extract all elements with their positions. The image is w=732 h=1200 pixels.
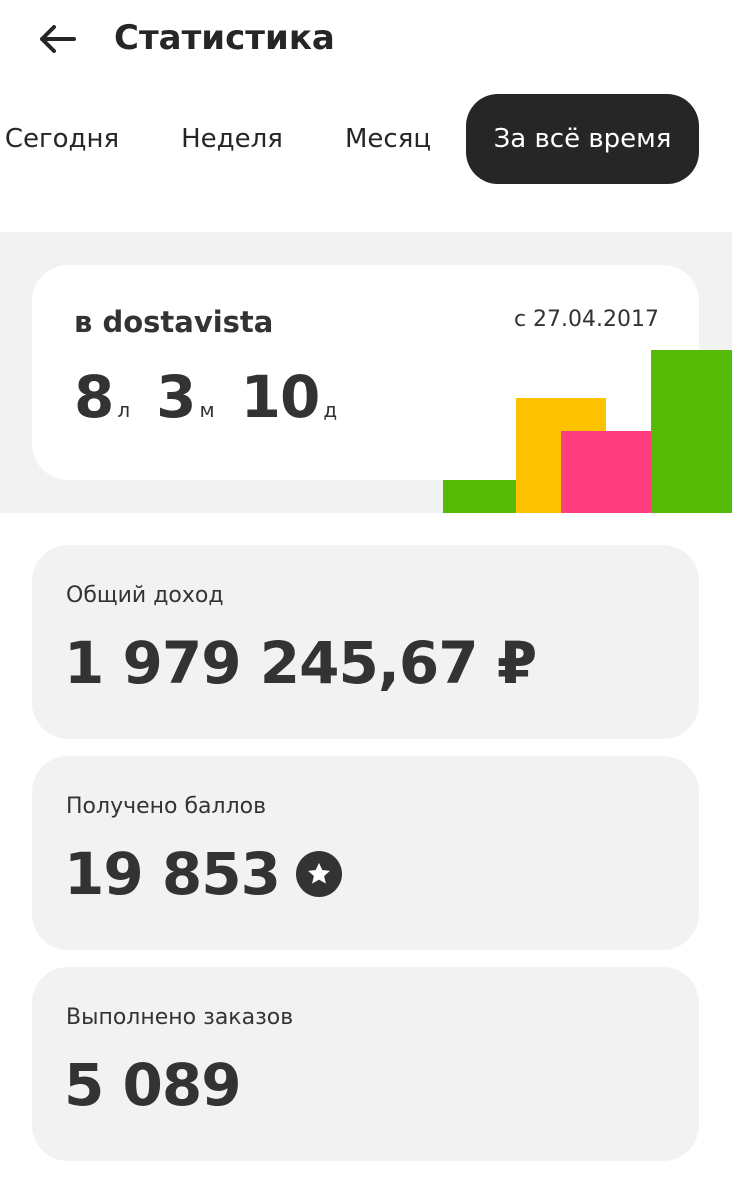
days-unit: д	[323, 398, 338, 422]
company-label: в dostavista	[74, 305, 274, 339]
header: Статистика	[0, 0, 732, 80]
income-value: 1 979 245,67 ₽	[64, 629, 537, 697]
points-card: Получено баллов 19 853	[32, 756, 699, 950]
months-unit: м	[199, 398, 215, 422]
tenure-duration: 8 л 3 м 10 д	[74, 363, 363, 431]
years-unit: л	[117, 398, 131, 422]
income-amount: 1 979 245,67 ₽	[64, 629, 537, 697]
decor-bar-green-short	[443, 480, 517, 513]
tab-all-time[interactable]: За всё время	[466, 94, 699, 184]
years-value: 8	[74, 363, 114, 431]
summary-section: в dostavista с 27.04.2017 8 л 3 м 10 д	[0, 232, 732, 513]
months-value: 3	[156, 363, 196, 431]
arrow-left-icon	[40, 25, 76, 53]
tab-today[interactable]: Сегодня	[0, 94, 124, 184]
points-amount: 19 853	[64, 840, 281, 908]
period-tabs: Сегодня Неделя Месяц За всё время	[0, 94, 732, 184]
orders-amount: 5 089	[64, 1051, 242, 1119]
income-label: Общий доход	[66, 583, 224, 608]
orders-label: Выполнено заказов	[66, 1005, 294, 1030]
income-card: Общий доход 1 979 245,67 ₽	[32, 545, 699, 739]
page-title: Статистика	[114, 18, 335, 58]
tab-week[interactable]: Неделя	[162, 94, 302, 184]
tenure-card: в dostavista с 27.04.2017 8 л 3 м 10 д	[32, 265, 699, 480]
orders-value: 5 089	[64, 1051, 242, 1119]
points-label: Получено баллов	[66, 794, 267, 819]
points-value: 19 853	[64, 840, 342, 908]
back-button[interactable]	[30, 14, 84, 64]
orders-card: Выполнено заказов 5 089	[32, 967, 699, 1161]
since-date: с 27.04.2017	[513, 307, 659, 332]
star-badge-icon	[295, 851, 342, 897]
tab-month[interactable]: Месяц	[330, 94, 446, 184]
days-value: 10	[240, 363, 321, 431]
